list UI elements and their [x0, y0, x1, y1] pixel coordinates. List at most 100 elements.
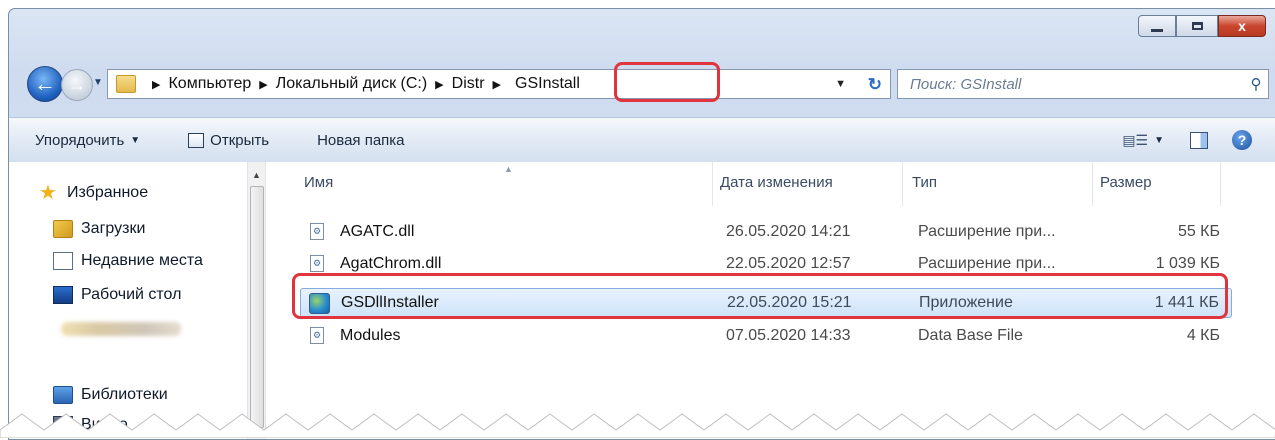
breadcrumb-distr[interactable]: Distr: [452, 75, 485, 93]
maximize-button[interactable]: [1176, 15, 1218, 37]
nav-item-label: Библиотеки: [81, 386, 168, 403]
recent-pages-dropdown[interactable]: ▼: [93, 77, 103, 88]
minimize-icon: [1151, 28, 1163, 32]
installer-app-icon: [309, 293, 330, 314]
nav-item-recent[interactable]: Недавние места: [53, 252, 203, 270]
column-divider[interactable]: [902, 162, 903, 206]
dll-file-icon: ⚙: [310, 223, 324, 240]
back-button[interactable]: ←: [27, 66, 63, 102]
breadcrumb-computer[interactable]: Компьютер: [168, 75, 251, 93]
dll-file-icon: ⚙: [310, 255, 324, 272]
minimize-button[interactable]: [1138, 15, 1176, 37]
navigation-bar: ← → ▼ ▶ Компьютер ▶ Локальный диск (C:) …: [9, 65, 1275, 105]
file-type: Data Base File: [918, 327, 1023, 344]
column-header-size[interactable]: Размер: [1100, 174, 1152, 191]
column-header-date[interactable]: Дата изменения: [720, 174, 833, 191]
view-options-icon[interactable]: ▤☰: [1122, 132, 1148, 149]
chevron-down-icon: ▼: [130, 134, 141, 146]
address-dropdown-icon[interactable]: ▼: [835, 78, 846, 90]
folder-icon: [116, 75, 136, 93]
nav-item-label: Загрузки: [81, 220, 146, 237]
file-row[interactable]: ⚙ AGATC.dll 26.05.2020 14:21 Расширение …: [300, 218, 1232, 248]
file-row-selected[interactable]: GSDllInstaller 22.05.2020 15:21 Приложен…: [300, 288, 1232, 318]
file-type: Расширение при...: [918, 255, 1056, 272]
open-label: Открыть: [210, 131, 270, 149]
scroll-up-icon[interactable]: ▲: [252, 170, 261, 180]
star-icon: ★: [39, 182, 57, 204]
new-folder-button[interactable]: Новая папка: [317, 132, 404, 149]
scrollbar-thumb[interactable]: [250, 186, 264, 428]
nav-item-favorites[interactable]: ★ Избранное: [39, 182, 149, 204]
chevron-right-icon[interactable]: ▶: [259, 78, 267, 91]
downloads-folder-icon: [53, 220, 73, 238]
search-input[interactable]: Поиск: GSInstall: [910, 76, 1244, 93]
breadcrumb-current[interactable]: GSInstall: [509, 75, 586, 93]
nav-item-label: Рабочий стол: [81, 286, 182, 303]
column-header-type[interactable]: Тип: [912, 174, 937, 191]
column-header-name[interactable]: Имя: [304, 174, 333, 191]
organize-button[interactable]: Упорядочить ▼: [35, 132, 140, 149]
file-type: Расширение при...: [918, 223, 1056, 240]
database-file-icon: ⚙: [310, 327, 324, 344]
nav-item-downloads[interactable]: Загрузки: [53, 220, 145, 238]
open-button[interactable]: Открыть: [188, 132, 269, 149]
explorer-window: x ← → ▼ ▶ Компьютер ▶ Локальный диск (C:…: [8, 8, 1275, 440]
file-date: 22.05.2020 12:57: [726, 255, 851, 272]
nav-pane-scrollbar[interactable]: ▲ ≡: [247, 162, 265, 439]
open-icon: [188, 132, 205, 148]
desktop-icon: [53, 286, 73, 304]
file-name: Modules: [340, 327, 401, 344]
breadcrumb: ▶ Компьютер ▶ Локальный диск (C:) ▶ Dist…: [144, 75, 586, 93]
file-name: GSDllInstaller: [341, 294, 439, 311]
search-box[interactable]: Поиск: GSInstall ⚲: [897, 69, 1269, 99]
forward-button[interactable]: →: [61, 69, 93, 101]
view-dropdown-icon[interactable]: ▼: [1154, 135, 1164, 146]
command-bar: Упорядочить ▼ Открыть Новая папка ▤☰ ▼ ?: [9, 117, 1275, 163]
content-area: ★ Избранное Загрузки Недавние места Рабо…: [9, 162, 1275, 439]
file-size: 1 441 КБ: [1154, 294, 1219, 311]
file-row[interactable]: ⚙ Modules 07.05.2020 14:33 Data Base Fil…: [300, 322, 1232, 352]
torn-edge: [0, 413, 1275, 438]
close-button[interactable]: x: [1218, 15, 1266, 37]
nav-item-label: Недавние места: [81, 252, 203, 269]
chevron-right-icon[interactable]: ▶: [152, 78, 160, 91]
chevron-right-icon[interactable]: ▶: [493, 78, 501, 91]
file-date: 22.05.2020 15:21: [727, 294, 852, 311]
refresh-icon[interactable]: ↻: [868, 75, 882, 95]
file-name: AgatChrom.dll: [340, 255, 442, 272]
nav-item-label: Избранное: [67, 184, 149, 201]
file-size: 55 КБ: [1177, 223, 1220, 240]
organize-label: Упорядочить: [35, 131, 125, 149]
column-divider[interactable]: [712, 162, 713, 206]
chevron-right-icon[interactable]: ▶: [435, 78, 443, 91]
file-row[interactable]: ⚙ AgatChrom.dll 22.05.2020 12:57 Расшире…: [300, 250, 1232, 280]
column-divider[interactable]: [1220, 162, 1221, 206]
file-list: ▲ Имя Дата изменения Тип Размер ⚙ AGATC.…: [266, 162, 1275, 439]
column-divider[interactable]: [1092, 162, 1093, 206]
help-icon[interactable]: ?: [1232, 130, 1252, 150]
maximize-icon: [1191, 22, 1203, 30]
sort-ascending-icon: ▲: [504, 164, 513, 174]
blurred-user-folder: [61, 322, 181, 336]
file-name: AGATC.dll: [340, 223, 415, 240]
new-folder-label: Новая папка: [317, 131, 405, 149]
file-date: 07.05.2020 14:33: [726, 327, 851, 344]
search-icon[interactable]: ⚲: [1244, 75, 1268, 93]
file-size: 1 039 КБ: [1155, 255, 1220, 272]
nav-item-libraries[interactable]: Библиотеки: [53, 386, 168, 404]
close-icon: x: [1238, 18, 1246, 34]
preview-pane-icon[interactable]: [1190, 131, 1208, 149]
file-size: 4 КБ: [1186, 327, 1220, 344]
navigation-pane: ★ Избранное Загрузки Недавние места Рабо…: [9, 162, 247, 439]
window-controls: x: [1138, 15, 1266, 37]
nav-item-desktop[interactable]: Рабочий стол: [53, 286, 181, 304]
back-arrow-icon: ←: [34, 71, 56, 96]
file-date: 26.05.2020 14:21: [726, 223, 851, 240]
breadcrumb-local-disk[interactable]: Локальный диск (C:): [276, 75, 427, 93]
recent-places-icon: [53, 252, 73, 270]
libraries-icon: [53, 386, 73, 404]
nav-item-blurred[interactable]: [61, 322, 181, 336]
command-bar-right: ▤☰ ▼ ?: [1122, 118, 1275, 162]
forward-arrow-icon: →: [68, 74, 86, 95]
address-bar[interactable]: ▶ Компьютер ▶ Локальный диск (C:) ▶ Dist…: [107, 69, 891, 99]
